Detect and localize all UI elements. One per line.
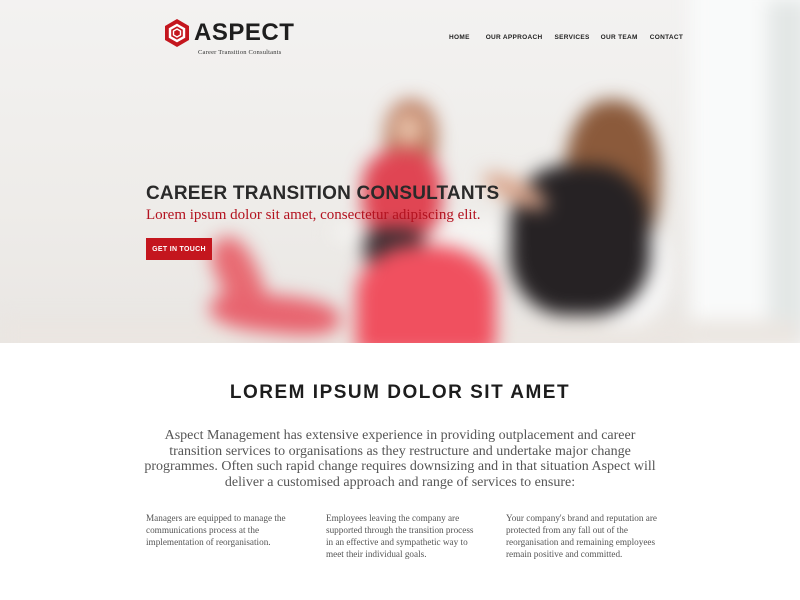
- nav-home[interactable]: HOME: [449, 34, 470, 41]
- benefit-column-brand: Your company's brand and reputation are …: [506, 513, 658, 559]
- section-title: LOREM IPSUM DOLOR SIT AMET: [229, 382, 571, 403]
- hero-banner: ASPECT Career Transition Consultants HOM…: [0, 0, 800, 343]
- nav-our-team[interactable]: OUR TEAM: [601, 34, 638, 41]
- nav-contact[interactable]: CONTACT: [650, 34, 683, 41]
- hero-background-photo: [0, 0, 800, 343]
- site-logo[interactable]: ASPECT Career Transition Consultants: [164, 18, 294, 56]
- benefit-column-managers: Managers are equipped to manage the comm…: [146, 513, 286, 547]
- nav-our-approach[interactable]: OUR APPROACH: [486, 34, 543, 41]
- hero-title: CAREER TRANSITION CONSULTANTS: [146, 183, 500, 204]
- main-navigation: HOME OUR APPROACH SERVICES OUR TEAM CONT…: [449, 34, 683, 41]
- logo-name: ASPECT: [194, 19, 295, 46]
- nav-services[interactable]: SERVICES: [555, 34, 590, 41]
- get-in-touch-button[interactable]: GET IN TOUCH: [146, 238, 212, 260]
- benefit-column-employees: Employees leaving the company are suppor…: [326, 513, 474, 559]
- logo-tagline: Career Transition Consultants: [198, 49, 282, 56]
- hero-subtitle: Lorem ipsum dolor sit amet, consectetur …: [146, 207, 481, 223]
- intro-paragraph: Aspect Management has extensive experien…: [144, 428, 656, 490]
- hexagon-logo-icon: [164, 18, 190, 48]
